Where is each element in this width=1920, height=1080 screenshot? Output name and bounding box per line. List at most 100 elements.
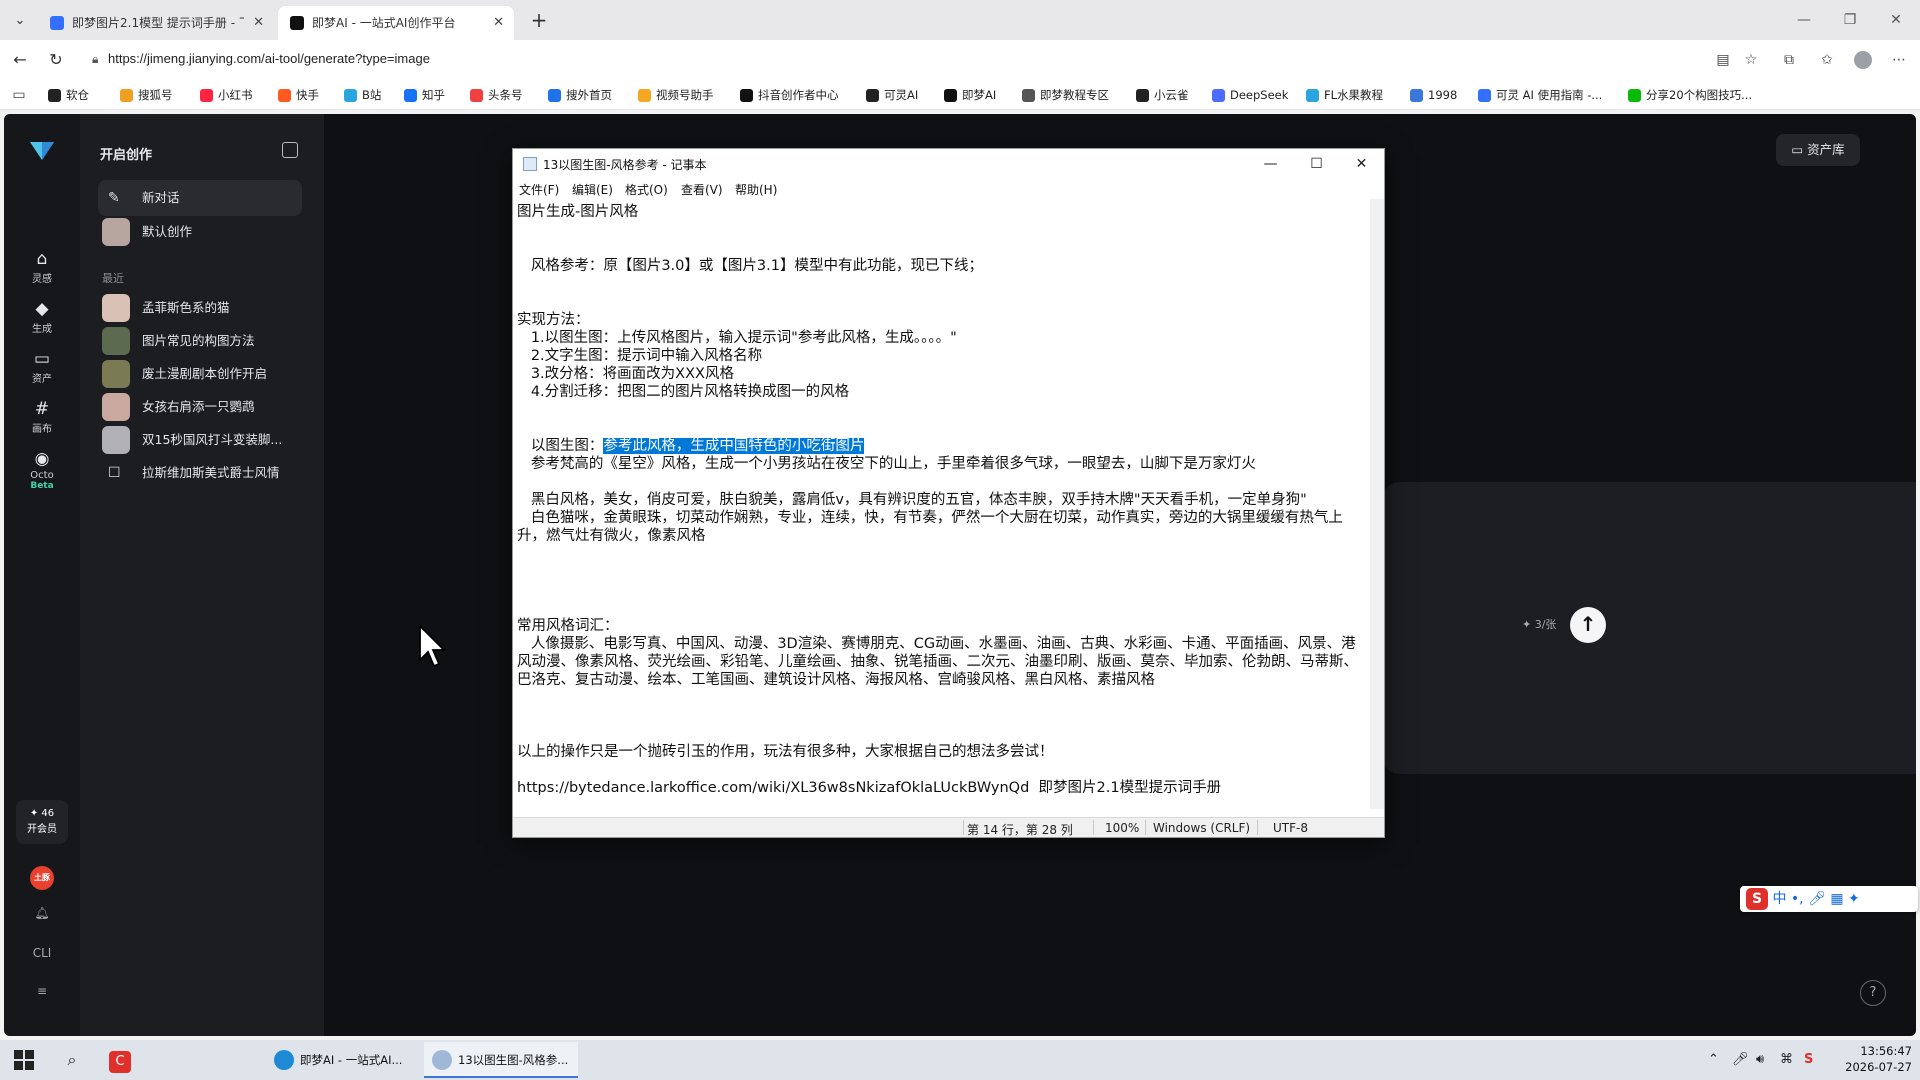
- taskbar-app-button[interactable]: 即梦AI - 一站式AI...: [266, 1042, 420, 1078]
- minimize-window-icon[interactable]: —: [1784, 8, 1824, 32]
- new-chat-button[interactable]: ✎ 新对话: [98, 180, 302, 216]
- bookmark-item[interactable]: 小红书: [200, 86, 253, 104]
- cli-button[interactable]: CLI: [30, 946, 54, 960]
- notepad-menu-item[interactable]: 查看(V): [681, 181, 723, 198]
- bookmark-folder-icon[interactable]: ▭: [8, 84, 30, 106]
- mouse-pointer-icon: [419, 624, 447, 668]
- tab-list-icon[interactable]: ⌄: [8, 9, 32, 33]
- ime-keyboard-icon[interactable]: ▦: [1830, 891, 1843, 907]
- bookmark-item[interactable]: 分享20个构图技巧...: [1628, 86, 1752, 104]
- more-menu-icon[interactable]: ⋯: [1888, 49, 1910, 71]
- bookmark-item[interactable]: 搜外首页: [548, 86, 612, 104]
- recent-item[interactable]: 孟菲斯色系的猫: [98, 290, 302, 326]
- tab-jimeng[interactable]: 即梦AI - 一站式AI创作平台 ✕: [278, 6, 514, 40]
- bookmark-favicon-icon: [944, 89, 957, 102]
- ime-mic-icon[interactable]: 🎤︎: [1808, 891, 1826, 907]
- notepad-menu-item[interactable]: 格式(O): [625, 181, 668, 198]
- rail-item-canvas[interactable]: # 画布: [12, 398, 72, 435]
- recent-item[interactable]: 图片常见的构图方法: [98, 323, 302, 359]
- bookmark-item[interactable]: 视频号助手: [638, 86, 714, 104]
- notepad-close-icon[interactable]: ✕: [1339, 149, 1384, 179]
- ime-toolbar[interactable]: S 中 •, 🎤︎ ▦ ✦: [1740, 886, 1918, 912]
- extensions-icon[interactable]: ⧉: [1778, 49, 1800, 71]
- prompt-card[interactable]: [1382, 482, 1916, 774]
- recent-item[interactable]: ☐ 拉斯维加斯美式爵士风情: [98, 455, 302, 491]
- profile-avatar[interactable]: [1852, 49, 1874, 71]
- reload-button[interactable]: ↻: [44, 48, 68, 72]
- bookmark-item[interactable]: 抖音创作者中心: [740, 86, 839, 104]
- notepad-minimize-icon[interactable]: —: [1248, 149, 1293, 179]
- favorite-star-icon[interactable]: ☆: [1740, 49, 1762, 71]
- collapse-panel-icon[interactable]: [282, 142, 298, 158]
- rail-item-label: 生成: [32, 324, 52, 335]
- asset-library-button[interactable]: ▭ 资产库: [1776, 134, 1860, 166]
- ime-punctuation-icon[interactable]: •,: [1791, 891, 1804, 907]
- text-line: 图片生成-图片风格: [517, 203, 1370, 221]
- send-button[interactable]: ↑: [1570, 607, 1606, 643]
- address-bar[interactable]: 🔒︎ https://jimeng.jianying.com/ai-tool/g…: [82, 45, 1748, 75]
- site-info-icon[interactable]: 🔒︎: [92, 52, 98, 67]
- bookmark-item[interactable]: 即梦教程专区: [1022, 86, 1109, 104]
- member-button[interactable]: ✦ 46 开会员: [16, 800, 68, 844]
- bookmark-item[interactable]: DeepSeek: [1212, 86, 1288, 104]
- tray-overflow-icon[interactable]: ⌃: [1708, 1052, 1719, 1067]
- text-line-content: 3.改分格：将画面改为XXX风格: [517, 366, 734, 382]
- taskbar-app-icon[interactable]: C: [108, 1048, 132, 1073]
- bookmark-item[interactable]: 小云雀: [1136, 86, 1189, 104]
- notepad-menu-item[interactable]: 编辑(E): [572, 181, 613, 198]
- notepad-maximize-icon[interactable]: ☐: [1294, 149, 1339, 179]
- restore-window-icon[interactable]: ❐: [1830, 8, 1870, 32]
- recent-item[interactable]: 双15秒国风打斗变装脚...: [98, 422, 302, 458]
- vertical-scrollbar[interactable]: [1370, 199, 1384, 809]
- rail-item-octo[interactable]: ◉ Octo Beta: [12, 448, 72, 491]
- bookmark-item[interactable]: 快手: [278, 86, 319, 104]
- recent-item[interactable]: 女孩右肩添一只鹦鹉: [98, 389, 302, 425]
- bookmark-item[interactable]: 搜狐号: [120, 86, 173, 104]
- new-tab-button[interactable]: +: [526, 8, 552, 34]
- notepad-text-area[interactable]: 图片生成-图片风格 风格参考：原【图片3.0】或【图片3.1】模型中有此功能，现…: [513, 199, 1370, 809]
- jimeng-logo-icon[interactable]: [28, 140, 56, 162]
- reader-mode-icon[interactable]: ▤: [1712, 49, 1734, 71]
- volume-icon[interactable]: 🔊︎: [1756, 1052, 1764, 1067]
- notepad-menu-item[interactable]: 文件(F): [519, 181, 559, 198]
- menu-icon[interactable]: ≡: [30, 984, 54, 998]
- rail-item-inspiration[interactable]: ⌂ 灵感: [12, 248, 72, 285]
- ime-skin-icon[interactable]: ✦: [1848, 891, 1860, 907]
- bell-icon[interactable]: 🔔︎: [30, 906, 54, 920]
- bookmark-item[interactable]: 软仓: [48, 86, 89, 104]
- bookmark-item[interactable]: 头条号: [470, 86, 523, 104]
- user-avatar[interactable]: 土豚: [30, 866, 54, 890]
- bookmark-item[interactable]: 可灵AI: [866, 86, 918, 104]
- close-tab-icon[interactable]: ✕: [493, 6, 504, 40]
- help-icon[interactable]: ?: [1860, 980, 1886, 1006]
- recent-item[interactable]: 废土漫剧剧本创作开启: [98, 356, 302, 392]
- url-text[interactable]: https://jimeng.jianying.com/ai-tool/gene…: [108, 51, 430, 66]
- text-line-content: 实现方法：: [517, 312, 590, 328]
- bookmark-item[interactable]: 1998: [1410, 86, 1457, 104]
- bookmark-item[interactable]: 即梦AI: [944, 86, 996, 104]
- rail-item-generate[interactable]: ◆ 生成: [12, 298, 72, 335]
- jimeng-logo-icon: [290, 16, 304, 30]
- recent-thumbnail: [102, 294, 130, 322]
- mic-tray-icon[interactable]: 🎤︎: [1732, 1052, 1749, 1067]
- bookmark-item[interactable]: FL水果教程: [1306, 86, 1383, 104]
- search-icon[interactable]: ⌕: [60, 1048, 84, 1072]
- bookmark-item[interactable]: 知乎: [404, 86, 445, 104]
- taskbar-app-button[interactable]: 13以图生图-风格参...: [424, 1042, 578, 1078]
- notepad-menu-item[interactable]: 帮助(H): [735, 181, 777, 198]
- ime-language[interactable]: 中: [1772, 891, 1786, 907]
- default-creation-item[interactable]: 默认创作: [98, 214, 302, 250]
- network-icon[interactable]: ⌘: [1780, 1052, 1793, 1067]
- sogou-tray-icon[interactable]: S: [1804, 1052, 1813, 1067]
- close-tab-icon[interactable]: ✕: [253, 6, 264, 40]
- back-button[interactable]: ←: [8, 48, 32, 72]
- close-window-icon[interactable]: ✕: [1876, 8, 1916, 32]
- notepad-titlebar[interactable]: 13以图生图-风格参考 - 记事本 — ☐ ✕: [513, 149, 1384, 179]
- system-clock[interactable]: 13:56:47 2026-07-27: [1826, 1043, 1912, 1075]
- tab-feishu-doc[interactable]: 即梦图片2.1模型 提示词手册 - 飞书 ✕: [38, 6, 274, 40]
- favorites-icon[interactable]: ✩: [1816, 49, 1838, 71]
- bookmark-item[interactable]: B站: [344, 86, 381, 104]
- windows-start-icon[interactable]: [14, 1050, 34, 1070]
- bookmark-item[interactable]: 可灵 AI 使用指南 -...: [1478, 86, 1602, 104]
- rail-item-assets[interactable]: ▭ 资产: [12, 348, 72, 385]
